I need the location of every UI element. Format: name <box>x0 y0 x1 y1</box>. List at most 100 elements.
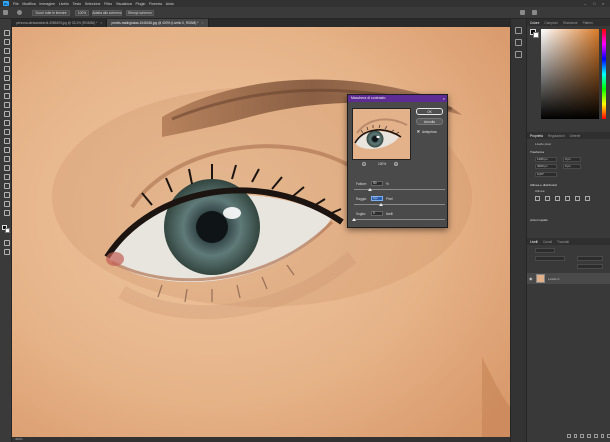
add-mask-icon[interactable] <box>580 434 585 438</box>
close-tab-icon[interactable]: × <box>201 21 203 25</box>
radius-slider-thumb[interactable] <box>379 203 384 206</box>
scroll-all-windows-checkbox[interactable]: Scorri tutte le finestre <box>32 10 70 16</box>
eye-visibility-icon[interactable]: ◉ <box>529 276 533 281</box>
rectangle-tool-icon[interactable] <box>3 191 10 198</box>
menu-help[interactable]: Aiuto <box>166 2 174 6</box>
menu-edit[interactable]: Modifica <box>22 2 35 6</box>
tab-properties[interactable]: Proprietà <box>530 134 543 138</box>
brush-tool-icon[interactable] <box>3 101 10 108</box>
minimize-icon[interactable]: – <box>584 1 586 6</box>
blend-mode-dropdown[interactable] <box>535 256 565 261</box>
tab-gradients[interactable]: Sfumature <box>563 21 578 25</box>
new-layer-icon[interactable] <box>600 434 605 438</box>
brush-settings-icon[interactable] <box>515 39 522 46</box>
radius-field[interactable]: 4,0 <box>371 196 383 201</box>
menu-layer[interactable]: Livello <box>59 2 69 6</box>
angle-field[interactable]: 0,00° <box>535 172 557 177</box>
move-tool-icon[interactable] <box>3 29 10 36</box>
clone-stamp-tool-icon[interactable] <box>3 110 10 117</box>
hue-slider[interactable] <box>602 29 606 119</box>
history-panel-icon[interactable] <box>515 27 522 34</box>
workspace-icon[interactable] <box>532 10 537 15</box>
zoom-tool-icon[interactable] <box>17 10 22 15</box>
zoom-100-button[interactable]: 100% <box>75 10 89 16</box>
ok-button[interactable]: OK <box>416 108 443 115</box>
link-layers-icon[interactable] <box>567 434 571 438</box>
layer-row[interactable]: ◉ Livello 0 <box>527 273 610 284</box>
properties-icon[interactable] <box>515 51 522 58</box>
width-field[interactable]: 1280 px <box>535 157 557 162</box>
doc-tab-1[interactable]: persona-alessandrachi-4985493.jpg @ 33,3… <box>12 19 108 27</box>
path-select-tool-icon[interactable] <box>3 182 10 189</box>
opacity-field[interactable] <box>577 256 603 261</box>
hand-tool-icon[interactable] <box>3 200 10 207</box>
tab-layers[interactable]: Livelli <box>530 240 538 244</box>
fit-screen-button[interactable]: Adatta allo schermo <box>92 10 122 16</box>
doc-tab-2[interactable]: pexels-malinglukas-1046246.jpg @ 400% (L… <box>107 19 209 27</box>
zoom-in-icon[interactable]: + <box>394 161 398 166</box>
tab-patterns[interactable]: Pattern <box>583 21 593 25</box>
menu-select[interactable]: Selezione <box>85 2 101 6</box>
menu-file[interactable]: File <box>13 2 19 6</box>
tab-libraries[interactable]: Librerie <box>570 134 581 138</box>
fill-field[interactable] <box>577 264 603 269</box>
cancel-button[interactable]: Annulla <box>416 118 443 125</box>
eyedropper-tool-icon[interactable] <box>3 83 10 90</box>
close-tab-icon[interactable]: × <box>100 21 102 25</box>
menu-image[interactable]: Immagine <box>39 2 55 6</box>
menu-type[interactable]: Testo <box>73 2 82 6</box>
close-dialog-icon[interactable]: × <box>443 95 445 102</box>
align-top-icon[interactable] <box>565 196 570 201</box>
menu-view[interactable]: Visualizza <box>116 2 132 6</box>
amount-field[interactable]: 90 <box>371 181 383 186</box>
menu-filter[interactable]: Filtro <box>104 2 112 6</box>
pen-tool-icon[interactable] <box>3 164 10 171</box>
quick-mask-icon[interactable] <box>3 239 10 246</box>
crop-tool-icon[interactable] <box>3 65 10 72</box>
lasso-tool-icon[interactable] <box>3 47 10 54</box>
fill-screen-button[interactable]: Riempi schermo <box>126 10 154 16</box>
maximize-icon[interactable]: □ <box>593 1 595 6</box>
align-middle-icon[interactable] <box>575 196 580 201</box>
radius-slider-track[interactable] <box>354 204 445 205</box>
tab-color[interactable]: Colore <box>530 21 539 25</box>
dodge-tool-icon[interactable] <box>3 155 10 162</box>
align-bottom-icon[interactable] <box>585 196 590 201</box>
fx-icon[interactable] <box>573 434 578 438</box>
search-icon[interactable] <box>520 10 525 15</box>
document-canvas[interactable] <box>12 27 510 437</box>
align-right-icon[interactable] <box>555 196 560 201</box>
align-left-icon[interactable] <box>535 196 540 201</box>
type-tool-icon[interactable] <box>3 173 10 180</box>
tab-adjustments[interactable]: Regolazioni <box>548 134 565 138</box>
tab-paths[interactable]: Tracciati <box>557 240 569 244</box>
y-field[interactable]: 0 px <box>563 164 581 169</box>
close-window-icon[interactable]: × <box>602 1 604 6</box>
align-center-icon[interactable] <box>545 196 550 201</box>
marquee-tool-icon[interactable] <box>3 38 10 45</box>
threshold-slider-thumb[interactable] <box>352 218 356 221</box>
blur-tool-icon[interactable] <box>3 146 10 153</box>
healing-brush-tool-icon[interactable] <box>3 92 10 99</box>
history-brush-tool-icon[interactable] <box>3 119 10 126</box>
panel-background-swatch[interactable] <box>533 32 539 38</box>
x-field[interactable]: 0 px <box>563 157 581 162</box>
tab-swatches[interactable]: Campioni <box>544 21 557 25</box>
screen-mode-icon[interactable] <box>3 248 10 255</box>
threshold-field[interactable]: 0 <box>371 211 383 216</box>
home-icon[interactable] <box>3 10 8 15</box>
layer-filter-dropdown[interactable] <box>535 248 555 253</box>
photoshop-logo-icon[interactable]: Ps <box>3 1 9 6</box>
threshold-slider-track[interactable] <box>354 219 445 220</box>
menu-plugins[interactable]: Plugin <box>135 2 145 6</box>
color-picker-field[interactable] <box>541 29 599 119</box>
new-adjustment-icon[interactable] <box>587 434 591 438</box>
new-group-icon[interactable] <box>593 434 598 438</box>
gradient-tool-icon[interactable] <box>3 137 10 144</box>
menu-window[interactable]: Finestra <box>149 2 162 6</box>
background-color-swatch[interactable] <box>5 228 10 233</box>
zoom-tool-icon[interactable] <box>3 209 10 216</box>
filter-preview-window[interactable] <box>352 108 411 160</box>
amount-slider-thumb[interactable] <box>368 188 373 191</box>
eraser-tool-icon[interactable] <box>3 128 10 135</box>
